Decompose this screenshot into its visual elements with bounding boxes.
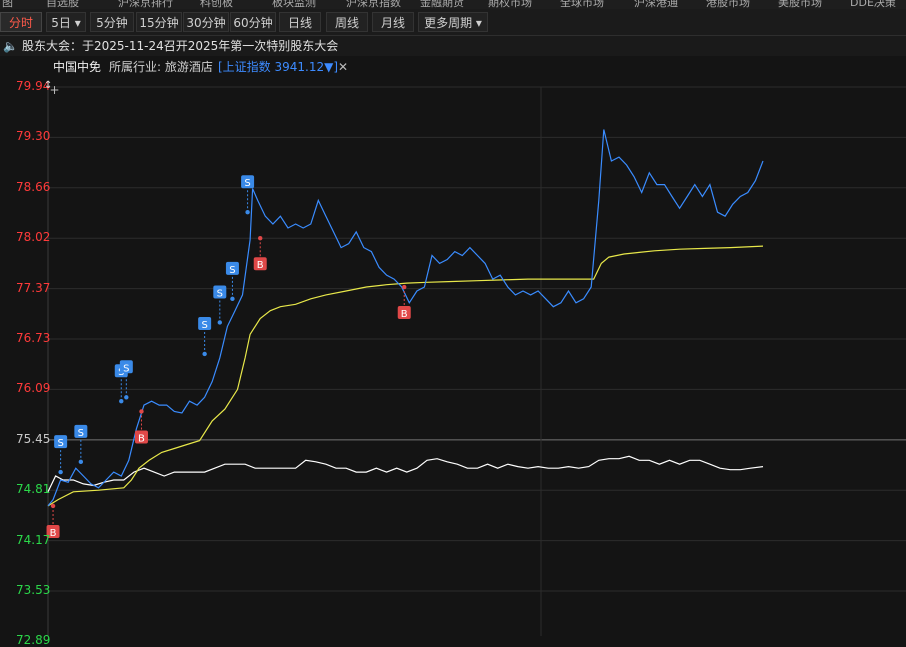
period-weekly-button[interactable]: 周线 — [326, 12, 368, 32]
close-icon[interactable]: ✕ — [338, 57, 348, 77]
top-tab[interactable]: 沪深港通 — [634, 0, 678, 9]
index-overlay-link[interactable]: [上证指数 3941.12▼] — [218, 57, 338, 77]
top-tab[interactable]: 板块监测 — [272, 0, 316, 9]
top-tab[interactable]: 科创板 — [200, 0, 233, 9]
bell-icon: 🔈 — [3, 39, 18, 53]
period-30min-button[interactable]: 30分钟 — [183, 12, 229, 32]
period-toolbar: 分时 5日 ▾ 5分钟 15分钟 30分钟 60分钟 日线 周线 月线 更多周期… — [0, 9, 906, 36]
sell-marker-label: S — [217, 288, 223, 299]
top-tab[interactable]: 港股市场 — [706, 0, 750, 9]
top-tab[interactable]: 自选股 — [46, 0, 79, 9]
buy-marker-label: B — [50, 528, 57, 539]
marker-dot — [258, 236, 263, 241]
top-tab[interactable]: 沪深京排行 — [118, 0, 173, 9]
y-tick-label: 74.81 — [16, 482, 51, 497]
period-60min-button[interactable]: 60分钟 — [230, 12, 276, 32]
sell-marker-label: S — [244, 178, 250, 189]
intraday-chart[interactable]: BSSSSBSSSSBB — [0, 77, 906, 636]
chart-grid — [47, 86, 906, 636]
sell-marker-label: S — [201, 320, 207, 331]
y-tick-label: 79.30 — [16, 129, 51, 144]
marker-dot — [78, 459, 84, 465]
period-15min-button[interactable]: 15分钟 — [136, 12, 182, 32]
marker-dot — [217, 320, 223, 325]
top-tab[interactable]: DDE决策 — [850, 0, 896, 9]
period-5day-button[interactable]: 5日 ▾ — [46, 12, 86, 32]
avg-price-line — [47, 245, 764, 507]
marker-dot — [402, 284, 407, 290]
shareholder-meeting-notice[interactable]: 🔈 股东大会：于2025-11-24召开2025年第一次特别股东大会 — [0, 36, 906, 56]
marker-dot — [245, 210, 250, 215]
y-tick-label: 74.17 — [16, 532, 51, 547]
marker-dot — [50, 503, 56, 509]
marker-dot — [230, 296, 235, 302]
buy-marker-label: B — [401, 309, 408, 320]
period-5min-button[interactable]: 5分钟 — [90, 12, 134, 32]
top-tab[interactable]: 沪深京指数 — [346, 0, 401, 9]
industry-label[interactable]: 所属行业: 旅游酒店 — [109, 57, 213, 77]
period-intraday-button[interactable]: 分时 — [0, 12, 42, 32]
y-tick-label: 76.09 — [16, 381, 51, 396]
y-tick-label: 75.45 — [16, 431, 51, 446]
period-monthly-button[interactable]: 月线 — [372, 12, 414, 32]
y-tick-label: 73.53 — [16, 583, 51, 597]
y-tick-label: 72.89 — [16, 633, 51, 647]
marker-dot — [119, 399, 124, 404]
sell-marker-label: S — [78, 428, 84, 439]
sell-marker-label: S — [57, 438, 63, 449]
buy-marker-label: B — [257, 260, 264, 271]
sell-marker-label: S — [123, 363, 129, 374]
top-tab[interactable]: 期权市场 — [488, 0, 532, 9]
chart-top-arrow-icon: ↕ — [44, 80, 53, 91]
period-more-dropdown[interactable]: 更多周期 ▾ — [418, 12, 488, 32]
stock-info-bar: 中国中免 所属行业: 旅游酒店 [上证指数 3941.12▼] ✕ — [0, 57, 906, 77]
top-tab[interactable]: 全球市场 — [560, 0, 604, 9]
sell-marker-label: S — [229, 265, 235, 276]
marker-dot — [139, 409, 144, 414]
marker-dot — [58, 469, 63, 475]
y-tick-label: 78.66 — [16, 179, 51, 194]
buy-marker-label: B — [138, 433, 145, 444]
stock-name: 中国中免 — [53, 60, 102, 74]
y-tick-label: 78.02 — [16, 230, 51, 245]
price-line — [47, 455, 764, 493]
top-tab[interactable]: 金融期货 — [420, 0, 464, 9]
top-market-tabs: 图 自选股 沪深京排行 科创板 板块监测 沪深京指数 金融期货 期权市场 全球市… — [0, 0, 906, 9]
y-tick-label: 77.37 — [16, 280, 51, 295]
notice-text: 股东大会：于2025-11-24召开2025年第一次特别股东大会 — [22, 39, 339, 53]
marker-dot — [202, 351, 207, 357]
top-tab[interactable]: 美股市场 — [778, 0, 822, 9]
period-daily-button[interactable]: 日线 — [279, 12, 321, 32]
y-tick-label: 76.73 — [16, 331, 51, 345]
top-left-label: 图 — [2, 0, 13, 9]
marker-dot — [124, 395, 129, 400]
